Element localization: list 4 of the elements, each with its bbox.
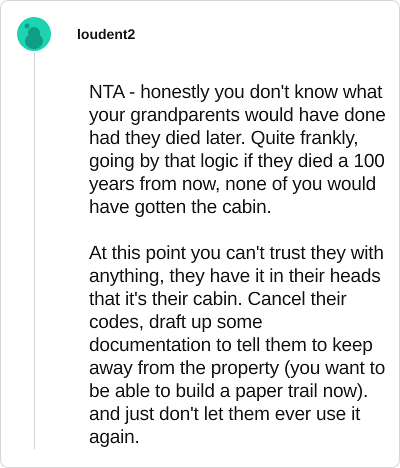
comment-text: At this point you can't trust they with anything, they have it in their heads that it's their cabin. Cancel their codes, draft up some documentation to tell them to keep away from the property (you want to be able to build a paper trail now). and just don't let them ever use it again. [89, 242, 386, 449]
username[interactable]: loudent2 [77, 26, 136, 42]
avatar-icon [17, 17, 51, 51]
comment-text: NTA - honestly you don't know what your grandparents would have done had they died later. Quite frankly, going by that logic if they died a 100 years from now, none of you would have gotten the cabin. [89, 81, 387, 219]
